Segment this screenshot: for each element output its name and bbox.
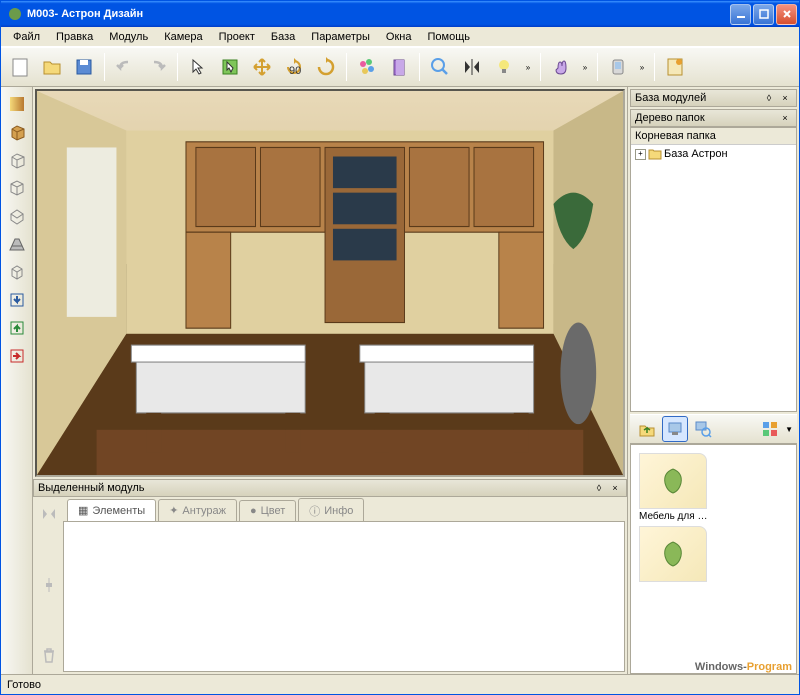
module-base-header: База модулей ◊×	[630, 89, 797, 107]
cube-wire-2-icon[interactable]	[4, 175, 30, 201]
right-sidebar: База модулей ◊× Дерево папок × Корневая …	[627, 87, 799, 674]
mirror-icon[interactable]	[457, 52, 487, 82]
tab-info[interactable]: ⓘИнфо	[298, 498, 364, 523]
star-small-icon: ✦	[169, 504, 178, 517]
menu-edit[interactable]: Правка	[48, 29, 101, 45]
expand-icon[interactable]: +	[635, 149, 646, 160]
panel-close-icon[interactable]: ×	[608, 481, 622, 495]
menu-windows[interactable]: Окна	[378, 29, 420, 45]
search-computer-icon[interactable]	[690, 416, 716, 442]
palette-icon[interactable]	[352, 52, 382, 82]
undo-icon[interactable]	[110, 52, 140, 82]
redo-icon[interactable]	[142, 52, 172, 82]
menubar: Файл Правка Модуль Камера Проект База Па…	[1, 27, 799, 47]
folder-icon	[648, 148, 662, 160]
tree-root-label: Корневая папка	[631, 128, 796, 145]
watermark: Windows-Program	[695, 657, 792, 675]
slider-icon[interactable]	[38, 574, 60, 596]
tab-color[interactable]: ●Цвет	[239, 500, 296, 521]
tab-entourage[interactable]: ✦Антураж	[158, 499, 237, 521]
window-title: М003- Астрон Дизайн	[27, 8, 143, 20]
cube-iso-icon[interactable]	[4, 259, 30, 285]
thumbnails-area: Мебель для д...	[630, 444, 797, 674]
panel-close-icon[interactable]: ×	[778, 111, 792, 125]
cube-wire-3-icon[interactable]	[4, 203, 30, 229]
view-grid-icon[interactable]	[757, 416, 783, 442]
thumb-label: Мебель для д...	[639, 511, 711, 522]
rotate-icon[interactable]	[311, 52, 341, 82]
thumb-item[interactable]: Мебель для д...	[639, 453, 711, 522]
toolbar-more-3[interactable]: »	[635, 52, 649, 82]
folder-tree: Корневая папка + База Астрон	[630, 127, 797, 412]
shape-toolbar	[1, 87, 33, 674]
menu-params[interactable]: Параметры	[303, 29, 378, 45]
hand-icon[interactable]	[546, 52, 576, 82]
folder-tree-header: Дерево папок ×	[630, 109, 797, 127]
select-icon[interactable]	[183, 52, 213, 82]
arrow-down-icon[interactable]	[4, 287, 30, 313]
menu-base[interactable]: База	[263, 29, 303, 45]
cube-wire-1-icon[interactable]	[4, 147, 30, 173]
menu-camera[interactable]: Камера	[156, 29, 210, 45]
move-icon[interactable]	[247, 52, 277, 82]
toolbar-more-1[interactable]: »	[521, 52, 535, 82]
panel-close-icon[interactable]: ×	[778, 91, 792, 105]
device-icon[interactable]	[603, 52, 633, 82]
zoom-icon[interactable]	[425, 52, 455, 82]
app-icon	[7, 6, 23, 22]
info-small-icon: ⓘ	[309, 503, 320, 519]
selected-module-title: Выделенный модуль	[38, 482, 144, 494]
thumb-toolbar: ▼	[630, 414, 797, 444]
save-icon[interactable]	[69, 52, 99, 82]
folder-up-icon[interactable]	[634, 416, 660, 442]
mirror-small-icon[interactable]	[38, 503, 60, 525]
main-toolbar: 90 » » »	[1, 47, 799, 87]
properties-panel: ▦Элементы ✦Антураж ●Цвет ⓘИнфо	[35, 497, 625, 672]
computer-icon[interactable]	[662, 416, 688, 442]
sheet-icon[interactable]	[660, 52, 690, 82]
box-gradient-icon[interactable]	[4, 91, 30, 117]
rotate-90-icon[interactable]: 90	[279, 52, 309, 82]
cube-solid-icon[interactable]	[4, 119, 30, 145]
grid-small-icon: ▦	[78, 504, 88, 517]
tab-elements[interactable]: ▦Элементы	[67, 499, 156, 521]
menu-project[interactable]: Проект	[211, 29, 263, 45]
maximize-button[interactable]	[753, 4, 774, 25]
menu-help[interactable]: Помощь	[419, 29, 478, 45]
minimize-button[interactable]	[730, 4, 751, 25]
toolbar-more-2[interactable]: »	[578, 52, 592, 82]
new-icon[interactable]	[5, 52, 35, 82]
menu-file[interactable]: Файл	[5, 29, 48, 45]
status-text: Готово	[7, 679, 41, 691]
trash-icon[interactable]	[38, 644, 60, 666]
perspective-icon[interactable]	[4, 231, 30, 257]
select-green-icon[interactable]	[215, 52, 245, 82]
tree-item[interactable]: + База Астрон	[633, 147, 794, 161]
circle-small-icon: ●	[250, 505, 257, 517]
titlebar: М003- Астрон Дизайн	[1, 1, 799, 27]
dropdown-icon[interactable]: ▼	[785, 425, 793, 434]
close-button[interactable]	[776, 4, 797, 25]
arrow-up-icon[interactable]	[4, 315, 30, 341]
menu-module[interactable]: Модуль	[101, 29, 156, 45]
door-icon[interactable]	[384, 52, 414, 82]
panel-pin-icon[interactable]: ◊	[762, 91, 776, 105]
arrow-right-icon[interactable]	[4, 343, 30, 369]
bulb-icon[interactable]	[489, 52, 519, 82]
svg-text:90: 90	[289, 65, 301, 77]
open-icon[interactable]	[37, 52, 67, 82]
statusbar: Готово	[1, 674, 799, 694]
selected-module-header: Выделенный модуль ◊ ×	[33, 479, 627, 497]
tree-item-label: База Астрон	[664, 148, 728, 160]
3d-viewport[interactable]	[35, 89, 625, 477]
thumb-item[interactable]	[639, 526, 711, 584]
panel-pin-icon[interactable]: ◊	[592, 481, 606, 495]
tab-content-area	[63, 521, 625, 672]
